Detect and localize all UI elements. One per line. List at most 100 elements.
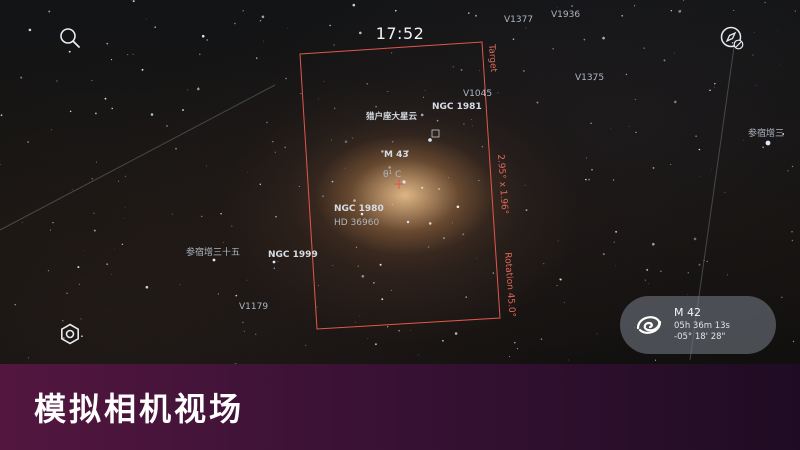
star (683, 0, 685, 2)
star-label-shen-zeng-sanshiwu[interactable]: 参宿增三十五 (186, 245, 240, 258)
star (344, 140, 348, 143)
star (391, 204, 393, 206)
star (660, 270, 662, 272)
bright-star (402, 180, 406, 184)
star (0, 163, 1, 165)
star (69, 110, 72, 113)
camera-fov-frame[interactable] (299, 41, 501, 330)
star (791, 239, 794, 242)
star (110, 59, 113, 61)
star (20, 76, 23, 79)
fov-target-label: Target (486, 44, 498, 73)
star (557, 240, 559, 242)
object-label-ngc1981[interactable]: NGC 1981 (432, 102, 482, 112)
object-label-ngc1980[interactable]: NGC 1980 (334, 204, 384, 214)
star (462, 233, 465, 236)
star (646, 268, 649, 271)
star-label-v1179[interactable]: V1179 (239, 302, 268, 312)
star (663, 59, 666, 62)
star (255, 57, 258, 59)
star (323, 81, 325, 82)
star (556, 7, 558, 9)
star (418, 354, 419, 356)
star-label-theta1-c[interactable]: θ¹ C (383, 170, 401, 180)
star (568, 359, 569, 361)
bright-star (212, 258, 216, 262)
star-label-shen-zeng-san[interactable]: 参宿增三 (748, 126, 784, 139)
star-label-v1045[interactable]: V1045 (463, 89, 492, 99)
star (305, 344, 307, 346)
star (654, 359, 657, 361)
object-label-ngc1999[interactable]: NGC 1999 (268, 250, 318, 260)
ngc1981-marker (431, 129, 440, 138)
star (714, 86, 715, 88)
star (246, 279, 248, 281)
star (687, 294, 689, 295)
star (367, 338, 369, 340)
star (93, 212, 95, 214)
star (634, 98, 636, 100)
search-button[interactable] (56, 24, 84, 52)
star (118, 180, 119, 182)
star-label-v1375[interactable]: V1375 (575, 73, 604, 83)
star (792, 340, 795, 343)
star (124, 175, 126, 177)
settings-button[interactable] (56, 320, 84, 348)
search-icon (60, 28, 80, 48)
star (50, 129, 52, 131)
star (481, 145, 484, 148)
object-label-m43[interactable]: M 43 (384, 150, 409, 160)
star-label-hd36960[interactable]: HD 36960 (334, 218, 379, 228)
star (106, 263, 109, 266)
star (543, 263, 545, 265)
star (285, 77, 287, 80)
star (72, 189, 73, 190)
bright-star (272, 260, 276, 264)
star (56, 80, 58, 82)
star (571, 5, 573, 7)
star (613, 241, 615, 243)
star-label-v1936[interactable]: V1936 (551, 10, 580, 20)
star (791, 231, 793, 233)
star (787, 170, 789, 172)
star (275, 215, 277, 218)
star (166, 125, 168, 127)
star (711, 169, 713, 171)
bright-star (406, 220, 410, 224)
selected-object-card[interactable]: M 42 05h 36m 13s -05° 18' 28" (620, 296, 776, 354)
star (634, 5, 636, 7)
star (615, 230, 618, 233)
object-info: M 42 05h 36m 13s -05° 18' 28" (674, 307, 730, 343)
star (259, 20, 262, 22)
star-label-v1377[interactable]: V1377 (504, 15, 533, 25)
star (123, 217, 125, 219)
star (77, 266, 80, 269)
star (591, 168, 593, 171)
star (497, 92, 499, 94)
star (628, 125, 630, 127)
star (552, 48, 554, 50)
star (354, 321, 356, 323)
star (121, 243, 124, 245)
star (27, 141, 29, 143)
star (428, 222, 432, 225)
star (467, 12, 470, 14)
object-label-orion-nebula[interactable]: 猎户座大星云 (366, 110, 417, 122)
star (390, 289, 393, 292)
compass-button[interactable] (718, 24, 746, 52)
object-name: M 42 (674, 306, 701, 319)
star (83, 250, 85, 252)
star (706, 260, 708, 263)
star (463, 123, 465, 125)
star (91, 79, 93, 81)
star (794, 10, 796, 12)
star (514, 342, 516, 344)
star (242, 321, 244, 324)
galaxy-icon (632, 308, 666, 342)
star (284, 146, 287, 149)
star (14, 303, 17, 306)
star (132, 53, 134, 55)
star (94, 112, 97, 115)
star (398, 330, 400, 332)
star (536, 101, 539, 104)
